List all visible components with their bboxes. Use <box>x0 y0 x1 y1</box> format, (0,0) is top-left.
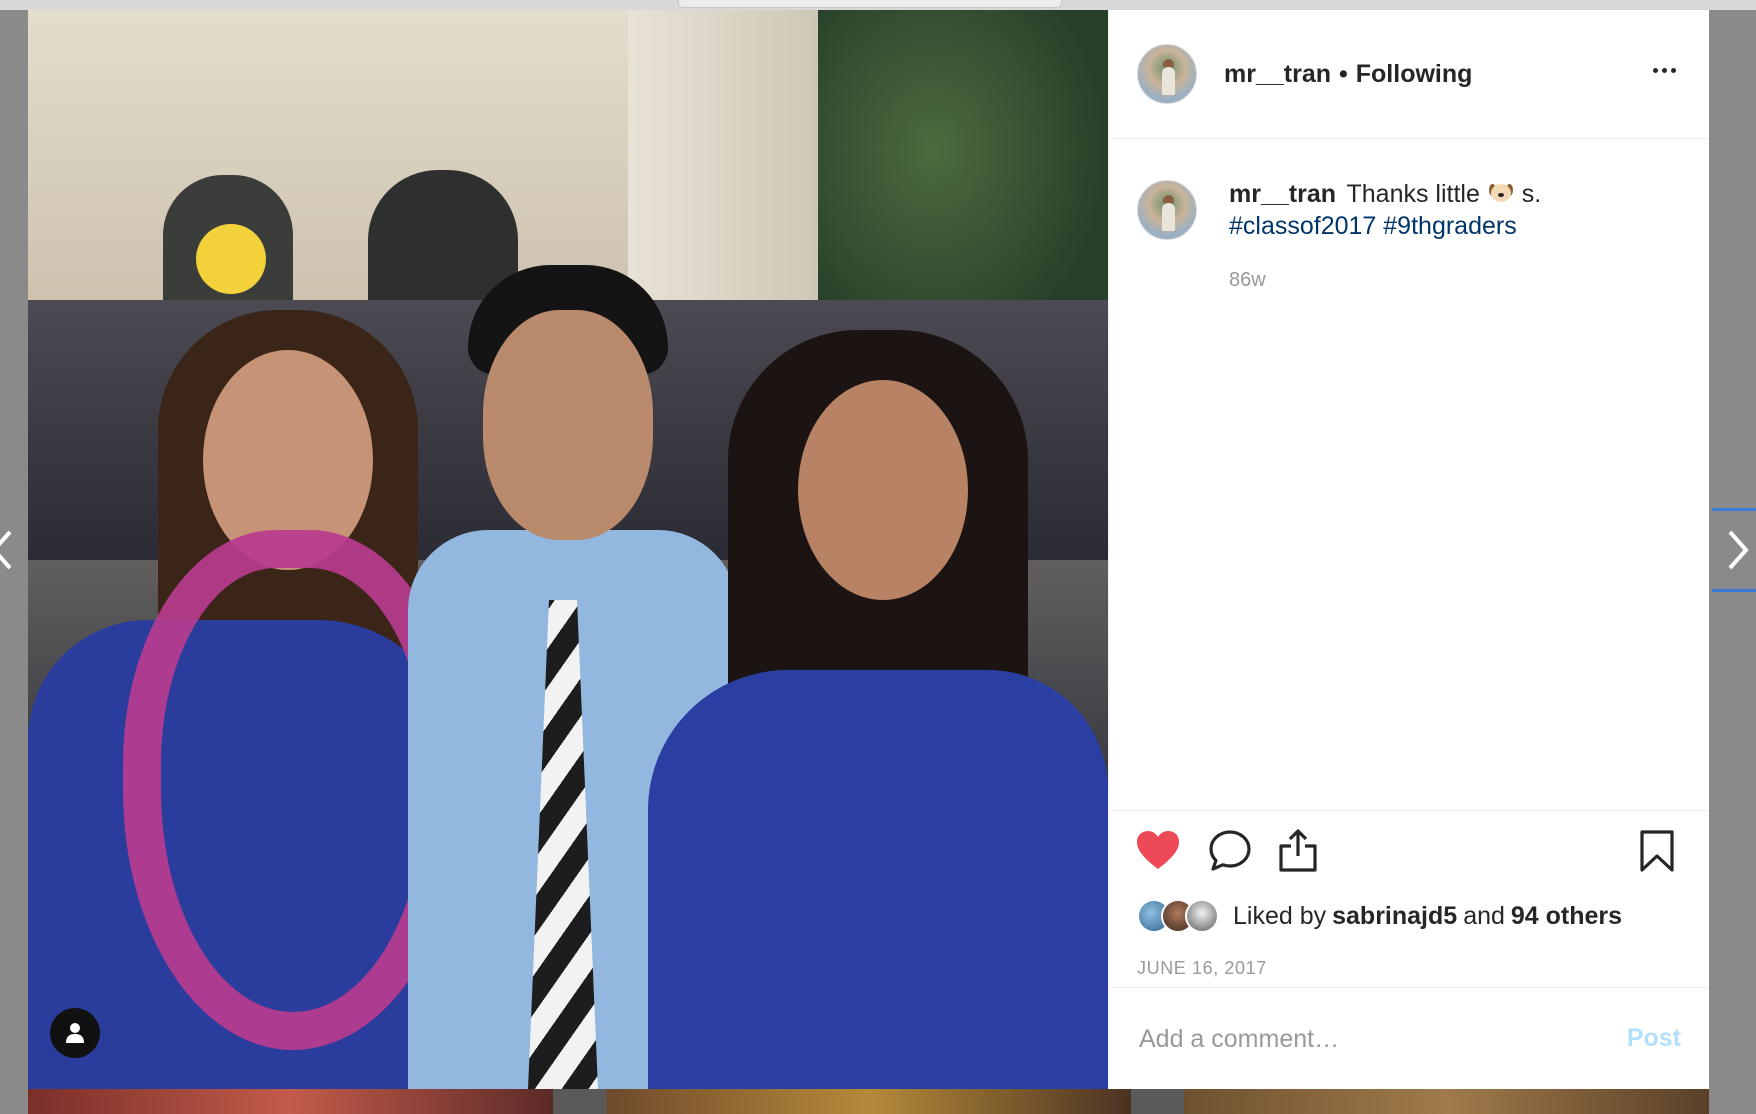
post-date[interactable]: JUNE 16, 2017 <box>1137 958 1267 979</box>
photo-person-middle-face <box>483 310 653 540</box>
post-header: mr__tran • Following <box>1109 10 1709 139</box>
caption-text-end: s. <box>1521 180 1542 208</box>
caption-text: Thanks little <box>1346 180 1480 208</box>
chevron-left-icon <box>0 530 12 570</box>
liker-avatars[interactable] <box>1137 899 1219 933</box>
liker-avatar <box>1185 899 1219 933</box>
caption-author-avatar[interactable] <box>1137 180 1197 240</box>
hashtag-link[interactable]: #9thgraders <box>1383 212 1516 240</box>
hashtag-link[interactable]: #classof2017 <box>1229 212 1376 240</box>
avatar-figure <box>1162 67 1175 95</box>
caption-timestamp[interactable]: 86w <box>1229 264 1541 296</box>
header-text: mr__tran • Following <box>1224 60 1472 89</box>
photo-person-right-face <box>798 380 968 600</box>
separator-dot: • <box>1339 59 1348 88</box>
action-icons-row <box>1109 811 1709 887</box>
background-post-thumbnails <box>28 1089 1709 1114</box>
likes-summary: Liked by sabrinajd5 and 94 others <box>1137 899 1628 933</box>
background-thumbnail[interactable] <box>1184 1089 1709 1114</box>
likes-prefix: Liked by <box>1233 901 1327 930</box>
more-horizontal-icon <box>1653 68 1658 73</box>
avatar-figure <box>1162 203 1175 231</box>
comment-form: Post <box>1109 987 1709 1089</box>
post-actions: Liked by sabrinajd5 and 94 others JUNE 1… <box>1109 810 1709 978</box>
post-modal: mr__tran • Following mr__tran Thanks lit… <box>28 10 1709 1089</box>
background-thumbnail[interactable] <box>28 1089 553 1114</box>
user-tag-icon <box>66 1023 84 1043</box>
more-options-button[interactable] <box>1651 60 1681 84</box>
more-dot <box>1662 68 1667 73</box>
author-username[interactable]: mr__tran <box>1224 60 1331 89</box>
browser-top-strip <box>0 0 1756 10</box>
liker-username[interactable]: sabrinajd5 <box>1332 902 1457 931</box>
comment-input[interactable] <box>1137 1018 1581 1060</box>
save-button[interactable] <box>1639 829 1685 875</box>
caption-username[interactable]: mr__tran <box>1229 180 1336 208</box>
post-caption: mr__tran Thanks little s. #classof2017 #… <box>1137 178 1687 296</box>
photo-column <box>628 10 818 330</box>
heart-filled-icon <box>1137 831 1179 869</box>
dog-face-emoji <box>1488 182 1513 204</box>
following-button[interactable]: Following <box>1356 60 1473 89</box>
photo-balloon <box>196 224 266 294</box>
photo-person-right-robe <box>648 670 1108 1089</box>
tagged-users-button[interactable] <box>50 1008 100 1058</box>
background-thumbnail[interactable] <box>606 1089 1131 1114</box>
likes-others-link[interactable]: 94 others <box>1511 902 1622 931</box>
post-side-panel: mr__tran • Following mr__tran Thanks lit… <box>1108 10 1709 1089</box>
caption-body: mr__tran Thanks little s. #classof2017 #… <box>1229 178 1541 296</box>
post-photo[interactable] <box>28 10 1108 1089</box>
likes-conjunction: and <box>1463 901 1505 930</box>
like-button[interactable] <box>1135 829 1181 875</box>
post-comment-button[interactable]: Post <box>1627 1024 1681 1053</box>
previous-post-button[interactable] <box>0 520 22 580</box>
share-upload-icon <box>1279 829 1317 872</box>
emoji-nose <box>1497 193 1504 197</box>
comment-bubble-icon <box>1209 830 1251 871</box>
share-button[interactable] <box>1277 829 1323 875</box>
bookmark-icon <box>1640 830 1674 872</box>
address-bar[interactable] <box>678 0 1062 8</box>
comment-button[interactable] <box>1208 829 1254 875</box>
chevron-right-icon <box>1728 530 1749 570</box>
next-post-button[interactable] <box>1718 520 1756 580</box>
more-dot <box>1671 68 1676 73</box>
author-avatar[interactable] <box>1137 44 1197 104</box>
